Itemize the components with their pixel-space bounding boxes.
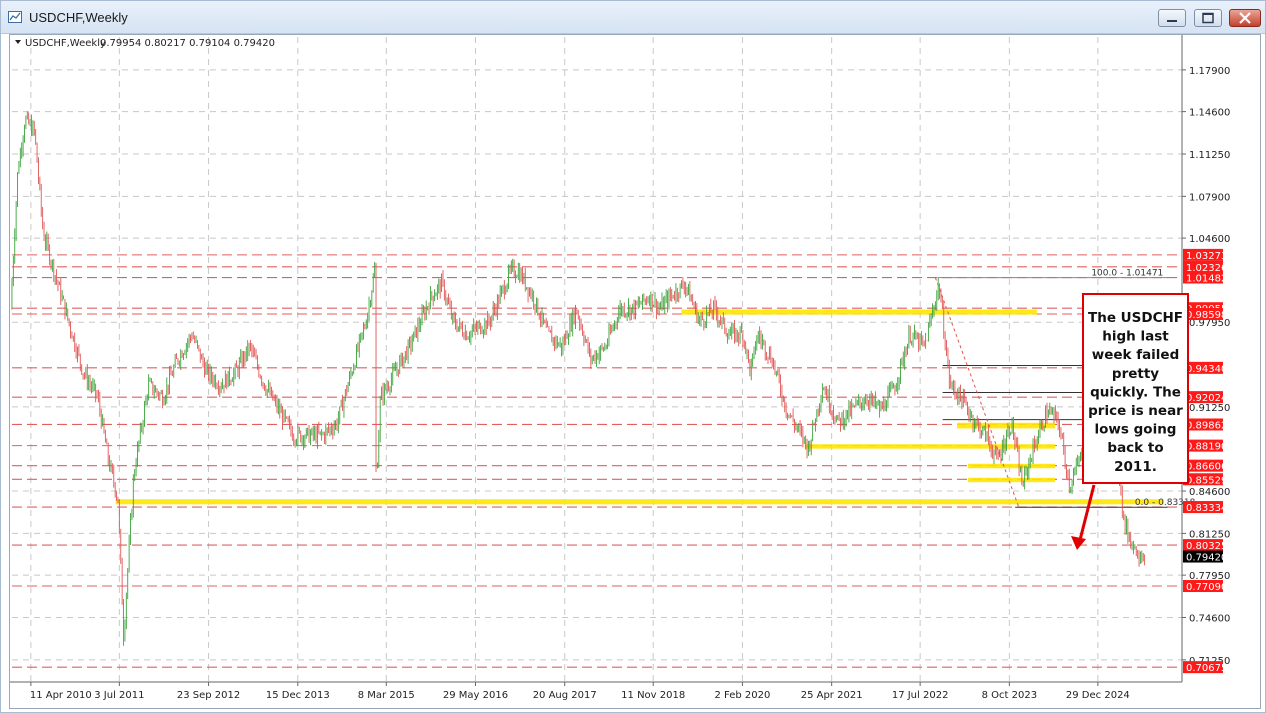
level-price-label: 1.03273 <box>1186 251 1227 262</box>
annotation-text-line: lows going <box>1095 422 1177 438</box>
level-price-label: 0.77090 <box>1186 582 1227 593</box>
price-tick-label: 1.04600 <box>1189 234 1230 245</box>
chart-symbol-label: USDCHF,Weekly <box>25 38 106 49</box>
time-tick-label: 29 May 2016 <box>443 690 508 701</box>
time-tick-label: 3 Jul 2011 <box>94 690 144 701</box>
time-tick-label: 2 Feb 2020 <box>714 690 770 701</box>
support-zone <box>681 309 1037 315</box>
annotation-text-line: 2011. <box>1114 459 1157 475</box>
chart-header: USDCHF,Weekly 0.79954 0.80217 0.79104 0.… <box>15 38 275 49</box>
price-tick-label: 1.14600 <box>1189 108 1230 119</box>
time-tick-label: 15 Dec 2013 <box>266 690 330 701</box>
support-zone <box>968 477 1056 483</box>
current-price-label: 0.79420 <box>1186 553 1227 564</box>
price-tick-label: 0.81250 <box>1189 529 1230 540</box>
horizontal-levels <box>12 254 1182 668</box>
level-price-label: 0.70675 <box>1186 663 1227 674</box>
price-tick-label: 0.84600 <box>1189 487 1230 498</box>
level-price-label: 0.92024 <box>1186 393 1227 404</box>
maximize-icon <box>1202 12 1214 24</box>
annotation-arrow-head <box>1071 536 1086 550</box>
level-price-label: 0.88190 <box>1186 442 1227 453</box>
price-tick-label: 1.17900 <box>1189 66 1230 77</box>
minimize-icon <box>1167 20 1177 22</box>
annotation-text-line: price is near <box>1088 403 1183 419</box>
level-price-label: 0.86606 <box>1186 462 1227 473</box>
level-price-label: 1.01482 <box>1186 274 1227 285</box>
price-chart[interactable]: 100.0 - 1.014714537239502520.0 - 0.83318… <box>10 35 1260 708</box>
level-price-label: 0.94340 <box>1186 364 1227 375</box>
time-axis: 11 Apr 2010 3 Jul 2011 23 Sep 2012 15 Dec 2… <box>10 681 1182 701</box>
close-button[interactable] <box>1229 9 1261 27</box>
price-tick-label: 0.91250 <box>1189 403 1230 414</box>
price-tick-label: 0.74600 <box>1189 614 1230 625</box>
annotation-text-line: high last <box>1102 329 1169 345</box>
support-zone <box>115 499 1164 505</box>
level-price-label: 0.98598 <box>1186 310 1227 321</box>
time-tick-label: 8 Oct 2023 <box>982 690 1037 701</box>
time-tick-label: 11 Apr 2010 <box>30 690 92 701</box>
annotation-text-line: back to <box>1107 440 1163 456</box>
time-tick-label: 17 Jul 2022 <box>892 690 949 701</box>
chart-window: USDCHF,Weekly 100.0 - 1.0147145372395025… <box>0 0 1266 713</box>
annotation-text-line: pretty <box>1112 366 1159 382</box>
window-title: USDCHF,Weekly <box>29 10 128 25</box>
support-zone <box>968 463 1056 469</box>
chart-app-icon <box>8 11 22 23</box>
time-tick-label: 11 Nov 2018 <box>621 690 685 701</box>
price-tick-label: 1.11250 <box>1189 150 1230 161</box>
close-icon <box>1239 12 1251 24</box>
annotation-text-line: quickly. The <box>1090 384 1181 400</box>
time-tick-label: 29 Dec 2024 <box>1066 690 1130 701</box>
annotation-text-line: week failed <box>1092 347 1180 363</box>
grid <box>12 37 1182 682</box>
annotation-arrow-shaft <box>1078 484 1096 541</box>
price-tick-label: 1.07900 <box>1189 192 1230 203</box>
title-bar[interactable]: USDCHF,Weekly <box>1 1 1265 34</box>
time-tick-label: 20 Aug 2017 <box>533 690 597 701</box>
annotation-text-line: The USDCHF <box>1088 310 1183 326</box>
candles <box>11 111 1146 646</box>
chart-area[interactable]: 100.0 - 1.014714537239502520.0 - 0.83318… <box>9 34 1261 709</box>
minimize-button[interactable] <box>1158 9 1186 27</box>
maximize-button[interactable] <box>1194 9 1222 27</box>
time-tick-label: 25 Apr 2021 <box>801 690 863 701</box>
level-price-label: 0.85529 <box>1186 475 1227 486</box>
time-tick-label: 23 Sep 2012 <box>177 690 240 701</box>
fib-level-label: 100.0 - 1.01471 <box>1091 269 1163 279</box>
dropdown-triangle-icon[interactable] <box>15 40 21 44</box>
chart-ohlc-values: 0.79954 0.80217 0.79104 0.79420 <box>100 38 275 49</box>
level-price-label: 0.89862 <box>1186 420 1227 431</box>
level-price-label: 0.83334 <box>1186 503 1227 514</box>
annotation: The USDCHF high last week failed pretty quic… <box>1071 293 1189 550</box>
level-price-label: 0.80325 <box>1186 541 1227 552</box>
time-tick-label: 8 Mar 2015 <box>358 690 415 701</box>
level-labels: 1.032731.023261.014820.990550.985980.943… <box>1183 248 1227 674</box>
